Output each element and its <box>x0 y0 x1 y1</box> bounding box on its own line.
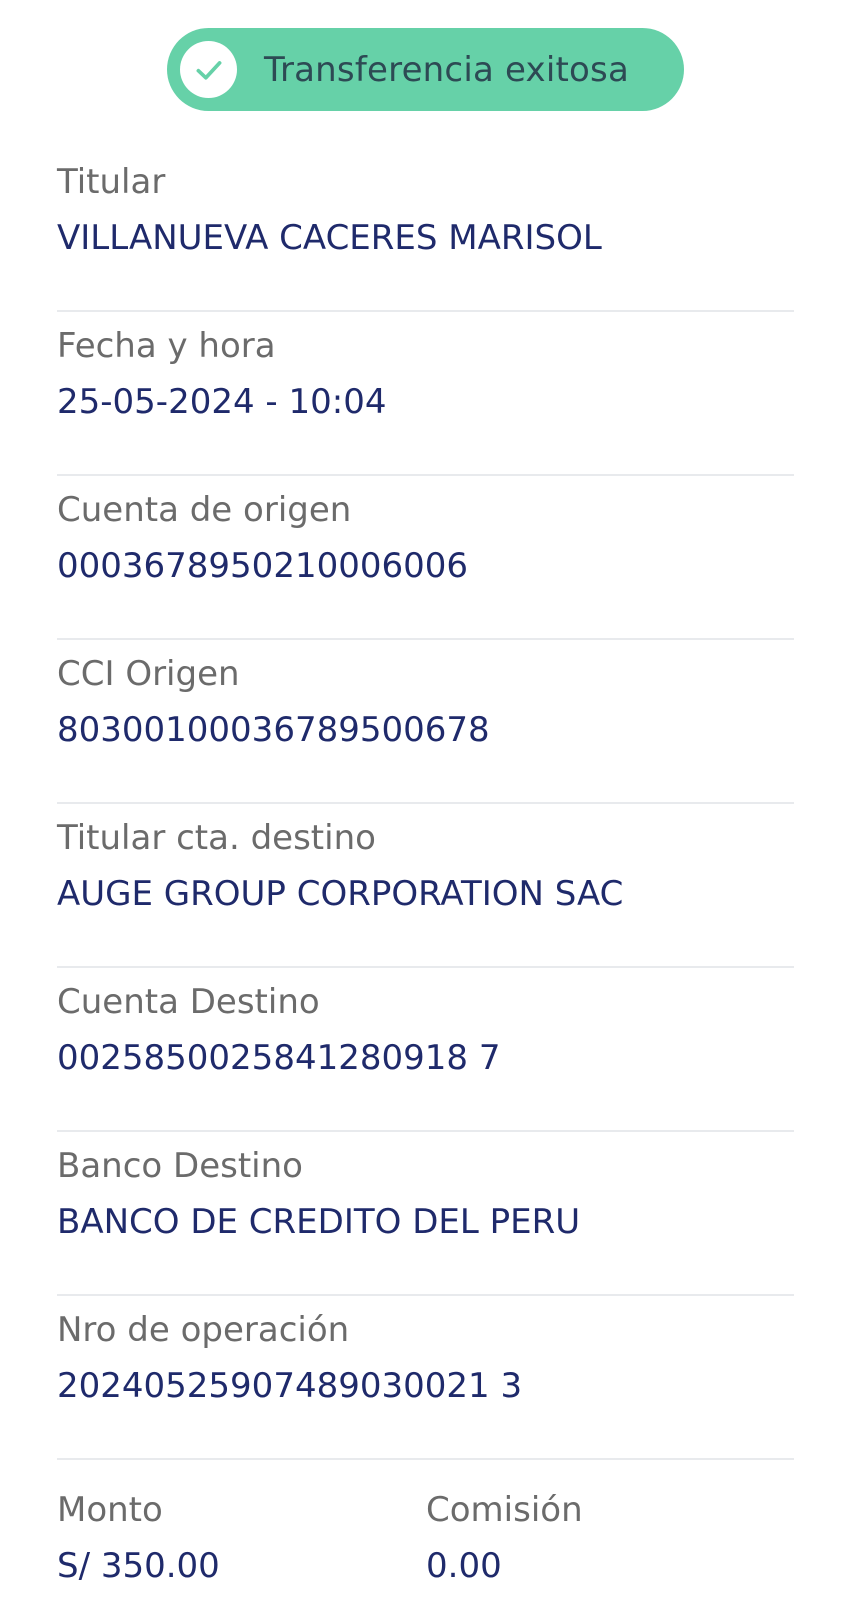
detail-value: 20240525907489030021 3 <box>57 1366 523 1406</box>
check-icon <box>180 41 237 98</box>
detail-label: Cuenta Destino <box>57 982 320 1022</box>
amount-value: S/ 350.00 <box>57 1546 220 1586</box>
detail-value: 80300100036789500678 <box>57 710 490 750</box>
status-banner: Transferencia exitosa <box>167 28 684 111</box>
status-label: Transferencia exitosa <box>264 49 629 90</box>
detail-row-titular-destino: Titular cta. destino AUGE GROUP CORPORAT… <box>57 804 794 968</box>
amount-label: Monto <box>57 1490 163 1530</box>
detail-row-cuenta-origen: Cuenta de origen 0003678950210006006 <box>57 476 794 640</box>
detail-value: 0003678950210006006 <box>57 546 469 586</box>
detail-value: AUGE GROUP CORPORATION SAC <box>57 874 624 914</box>
detail-row-cuenta-destino: Cuenta Destino 0025850025841280918 7 <box>57 968 794 1132</box>
detail-value: VILLANUEVA CACERES MARISOL <box>57 218 602 258</box>
fee-value: 0.00 <box>426 1546 502 1586</box>
detail-row-banco-destino: Banco Destino BANCO DE CREDITO DEL PERU <box>57 1132 794 1296</box>
detail-value: BANCO DE CREDITO DEL PERU <box>57 1202 581 1242</box>
detail-value: 25-05-2024 - 10:04 <box>57 382 387 422</box>
detail-label: Cuenta de origen <box>57 490 352 530</box>
detail-label: Titular cta. destino <box>57 818 376 858</box>
detail-row-titular: Titular VILLANUEVA CACERES MARISOL <box>57 148 794 312</box>
fee-block: Comisión 0.00 <box>426 1484 794 1592</box>
detail-label: CCI Origen <box>57 654 240 694</box>
detail-label: Titular <box>57 162 166 202</box>
detail-row-cci-origen: CCI Origen 80300100036789500678 <box>57 640 794 804</box>
detail-label: Nro de operación <box>57 1310 350 1350</box>
transfer-details: Titular VILLANUEVA CACERES MARISOL Fecha… <box>57 148 794 1592</box>
detail-label: Fecha y hora <box>57 326 276 366</box>
fee-label: Comisión <box>426 1490 583 1530</box>
detail-label: Banco Destino <box>57 1146 303 1186</box>
detail-value: 0025850025841280918 7 <box>57 1038 501 1078</box>
amount-row: Monto S/ 350.00 Comisión 0.00 <box>57 1460 794 1592</box>
detail-row-fecha-hora: Fecha y hora 25-05-2024 - 10:04 <box>57 312 794 476</box>
detail-row-nro-operacion: Nro de operación 20240525907489030021 3 <box>57 1296 794 1460</box>
amount-block: Monto S/ 350.00 <box>57 1484 426 1592</box>
